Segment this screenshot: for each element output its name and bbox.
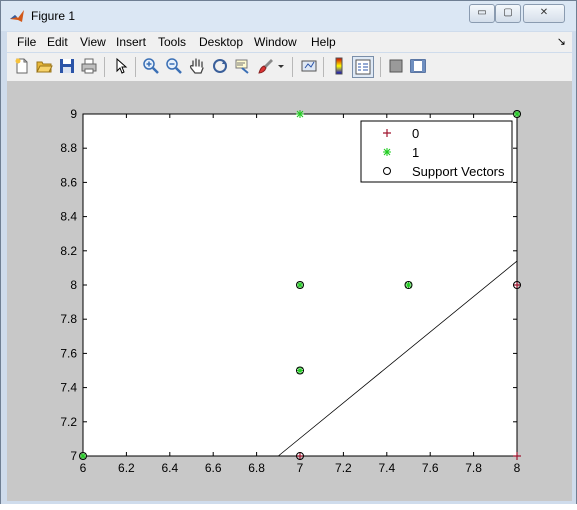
- dock-arrow-icon[interactable]: ↘: [557, 35, 566, 48]
- legend-marker-1-stroke: [383, 148, 391, 156]
- menu-edit[interactable]: Edit: [47, 35, 68, 49]
- legend-marker-1: [383, 148, 391, 156]
- legend-entry-label: 0: [412, 126, 419, 141]
- y-tick-label: 8.2: [60, 244, 77, 258]
- scatter-plot[interactable]: 6 6.2 6.4 6.6 6.8 7 7.2 7.4 7.6 7.8 8 7 7.2 7.4 7.6 7.8…: [7, 82, 572, 501]
- legend-entry-label: 1: [412, 145, 419, 160]
- insert-legend-button[interactable]: [352, 56, 374, 78]
- figure-canvas: 6 6.2 6.4 6.6 6.8 7 7.2 7.4 7.6 7.8 8 7 7.2 7.4 7.6 7.8…: [7, 82, 572, 501]
- link-plot-icon[interactable]: [300, 57, 318, 75]
- x-tick-label: 6: [80, 461, 87, 475]
- title-bar[interactable]: Figure 1 ▭ ▢ ✕: [1, 1, 576, 31]
- x-tick-label: 7.2: [335, 461, 352, 475]
- bottom-strip: [0, 504, 577, 510]
- x-tick-label: 7.4: [378, 461, 395, 475]
- y-tick-label: 7.4: [60, 381, 77, 395]
- brush-icon[interactable]: [257, 57, 275, 75]
- menu-bar: File Edit View Insert Tools Desktop Wind…: [7, 32, 572, 52]
- close-button[interactable]: ✕: [523, 4, 565, 23]
- y-tick-label: 8.8: [60, 141, 77, 155]
- zoom-in-icon[interactable]: [142, 57, 160, 75]
- y-tick-label: 9: [70, 107, 77, 121]
- show-plot-tools-icon[interactable]: [409, 57, 427, 75]
- new-figure-icon[interactable]: [13, 57, 31, 75]
- minimize-button[interactable]: ▭: [469, 4, 495, 23]
- y-tick-label: 7: [70, 449, 77, 463]
- x-tick-label: 6.4: [161, 461, 178, 475]
- zoom-out-icon[interactable]: [165, 57, 183, 75]
- x-tick-label: 6.8: [248, 461, 265, 475]
- hide-plot-tools-icon[interactable]: [387, 57, 405, 75]
- open-file-icon[interactable]: [35, 57, 53, 75]
- x-tick-label: 6.6: [205, 461, 222, 475]
- insert-legend-icon: [355, 59, 371, 75]
- x-tick-label: 7.8: [465, 461, 482, 475]
- window-title: Figure 1: [31, 9, 76, 23]
- y-tick-label: 7.2: [60, 415, 77, 429]
- close-icon: ✕: [539, 7, 549, 18]
- x-tick-label: 8: [514, 461, 521, 475]
- menu-file[interactable]: File: [17, 35, 36, 49]
- legend-entry-label: Support Vectors: [412, 164, 505, 179]
- menu-insert[interactable]: Insert: [116, 35, 146, 49]
- y-tick-label: 8: [70, 278, 77, 292]
- x-tick-label: 7.6: [422, 461, 439, 475]
- menu-tools[interactable]: Tools: [158, 35, 186, 49]
- matlab-logo-icon: [10, 10, 24, 22]
- class1-point-stroke: [296, 110, 304, 118]
- insert-colorbar-icon[interactable]: [330, 57, 348, 75]
- y-tick-label: 8.6: [60, 175, 77, 189]
- menu-view[interactable]: View: [80, 35, 106, 49]
- maximize-button[interactable]: ▢: [495, 4, 521, 23]
- x-tick-label: 6.2: [118, 461, 135, 475]
- data-cursor-icon[interactable]: [234, 57, 252, 75]
- y-tick-label: 7.6: [60, 346, 77, 360]
- menu-desktop[interactable]: Desktop: [199, 35, 243, 49]
- y-tick-label: 7.8: [60, 312, 77, 326]
- rotate-3d-icon[interactable]: [211, 57, 229, 75]
- y-tick-label: 8.4: [60, 210, 77, 224]
- maximize-icon: ▢: [503, 7, 513, 18]
- edit-plot-arrow-icon[interactable]: [112, 57, 130, 75]
- menu-help[interactable]: Help: [311, 35, 336, 49]
- menu-window[interactable]: Window: [254, 35, 297, 49]
- minimize-icon: ▭: [477, 7, 487, 18]
- class1-point: [296, 110, 304, 118]
- figure-toolbar: [7, 53, 572, 82]
- brush-dropdown-icon[interactable]: [276, 57, 286, 75]
- pan-hand-icon[interactable]: [188, 57, 206, 75]
- save-icon[interactable]: [58, 57, 76, 75]
- x-tick-label: 7: [297, 461, 304, 475]
- print-icon[interactable]: [80, 57, 98, 75]
- figure-window: Figure 1 ▭ ▢ ✕ File Edit View Insert Too…: [0, 0, 577, 505]
